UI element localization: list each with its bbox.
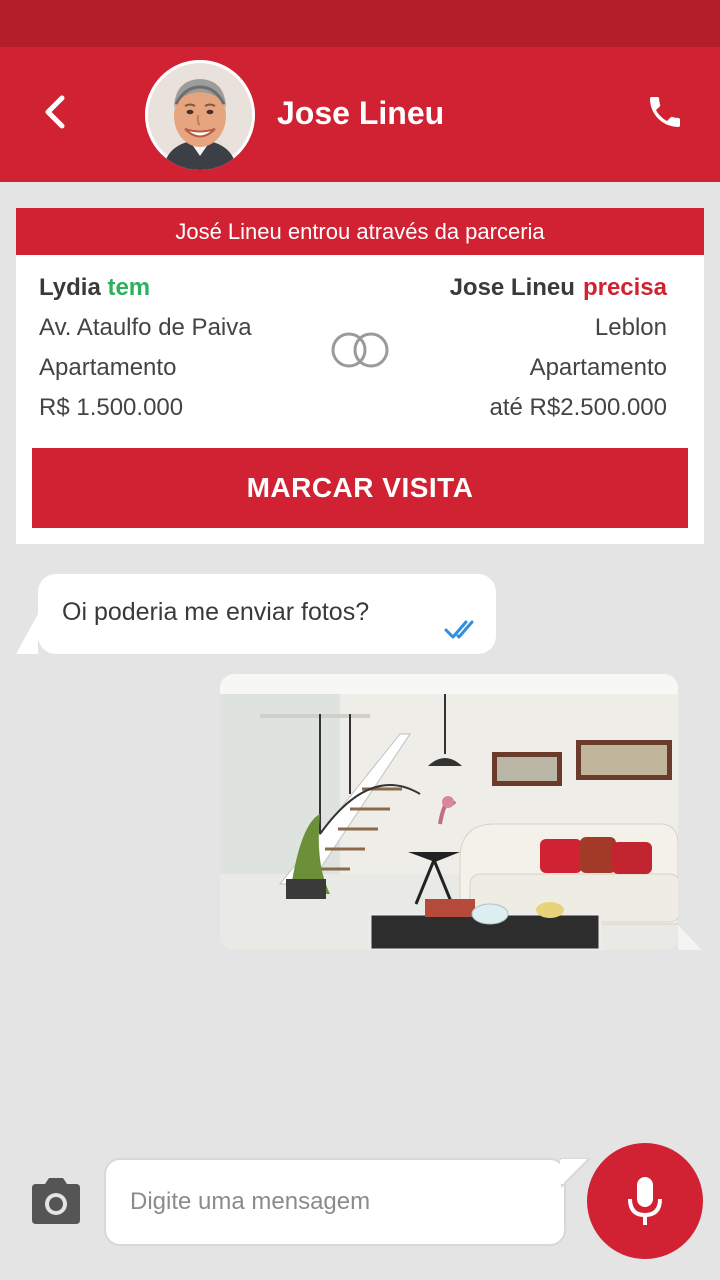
avatar-photo xyxy=(145,60,255,170)
status-bar xyxy=(0,0,720,47)
back-button[interactable] xyxy=(30,87,80,137)
message-text: Oi poderia me enviar fotos? xyxy=(62,598,370,626)
voice-message-button[interactable] xyxy=(587,1143,703,1259)
contact-avatar[interactable] xyxy=(145,60,255,170)
offer-price: R$ 1.500.000 xyxy=(39,394,184,421)
chevron-left-icon xyxy=(45,95,65,129)
match-card: José Lineu entrou através da parceria Ly… xyxy=(16,208,704,544)
partnership-banner: José Lineu entrou através da parceria xyxy=(16,208,704,255)
buyer-name: Jose Lineu xyxy=(449,274,575,301)
outgoing-photo-message[interactable] xyxy=(220,674,678,950)
need-column: Jose Lineu precisa Leblon Apartamento até… xyxy=(450,268,667,428)
composer-tail xyxy=(560,1158,590,1188)
call-button[interactable] xyxy=(640,87,690,137)
needs-tag: precisa xyxy=(582,274,667,301)
need-type: Apartamento xyxy=(529,354,667,381)
has-tag: tem xyxy=(107,274,151,301)
chat-header: Jose Lineu xyxy=(0,47,720,182)
offer-column: Lydia tem Av. Ataulfo de Paiva Apartamen… xyxy=(39,268,252,428)
offer-address: Av. Ataulfo de Paiva xyxy=(39,314,252,341)
microphone-icon xyxy=(628,1177,662,1225)
need-price: até R$2.500.000 xyxy=(489,394,667,421)
offer-type: Apartamento xyxy=(39,354,177,381)
message-input[interactable] xyxy=(130,1180,540,1224)
contact-name[interactable]: Jose Lineu xyxy=(277,95,444,132)
owner-name: Lydia xyxy=(39,274,101,301)
read-double-check-icon xyxy=(444,620,474,639)
incoming-message[interactable]: Oi poderia me enviar fotos? xyxy=(38,574,496,654)
need-header: Jose Lineu precisa xyxy=(450,268,667,308)
schedule-visit-button[interactable]: MARCAR VISITA xyxy=(32,448,688,528)
phone-icon xyxy=(650,97,680,127)
camera-button[interactable] xyxy=(28,1176,84,1226)
message-composer xyxy=(104,1158,566,1246)
outgoing-bubble-tail xyxy=(678,925,702,950)
camera-icon xyxy=(32,1178,80,1224)
living-room-photo xyxy=(220,674,678,950)
match-rings-icon xyxy=(331,332,389,368)
need-neighborhood: Leblon xyxy=(594,314,667,341)
offer-header: Lydia tem xyxy=(39,268,252,308)
